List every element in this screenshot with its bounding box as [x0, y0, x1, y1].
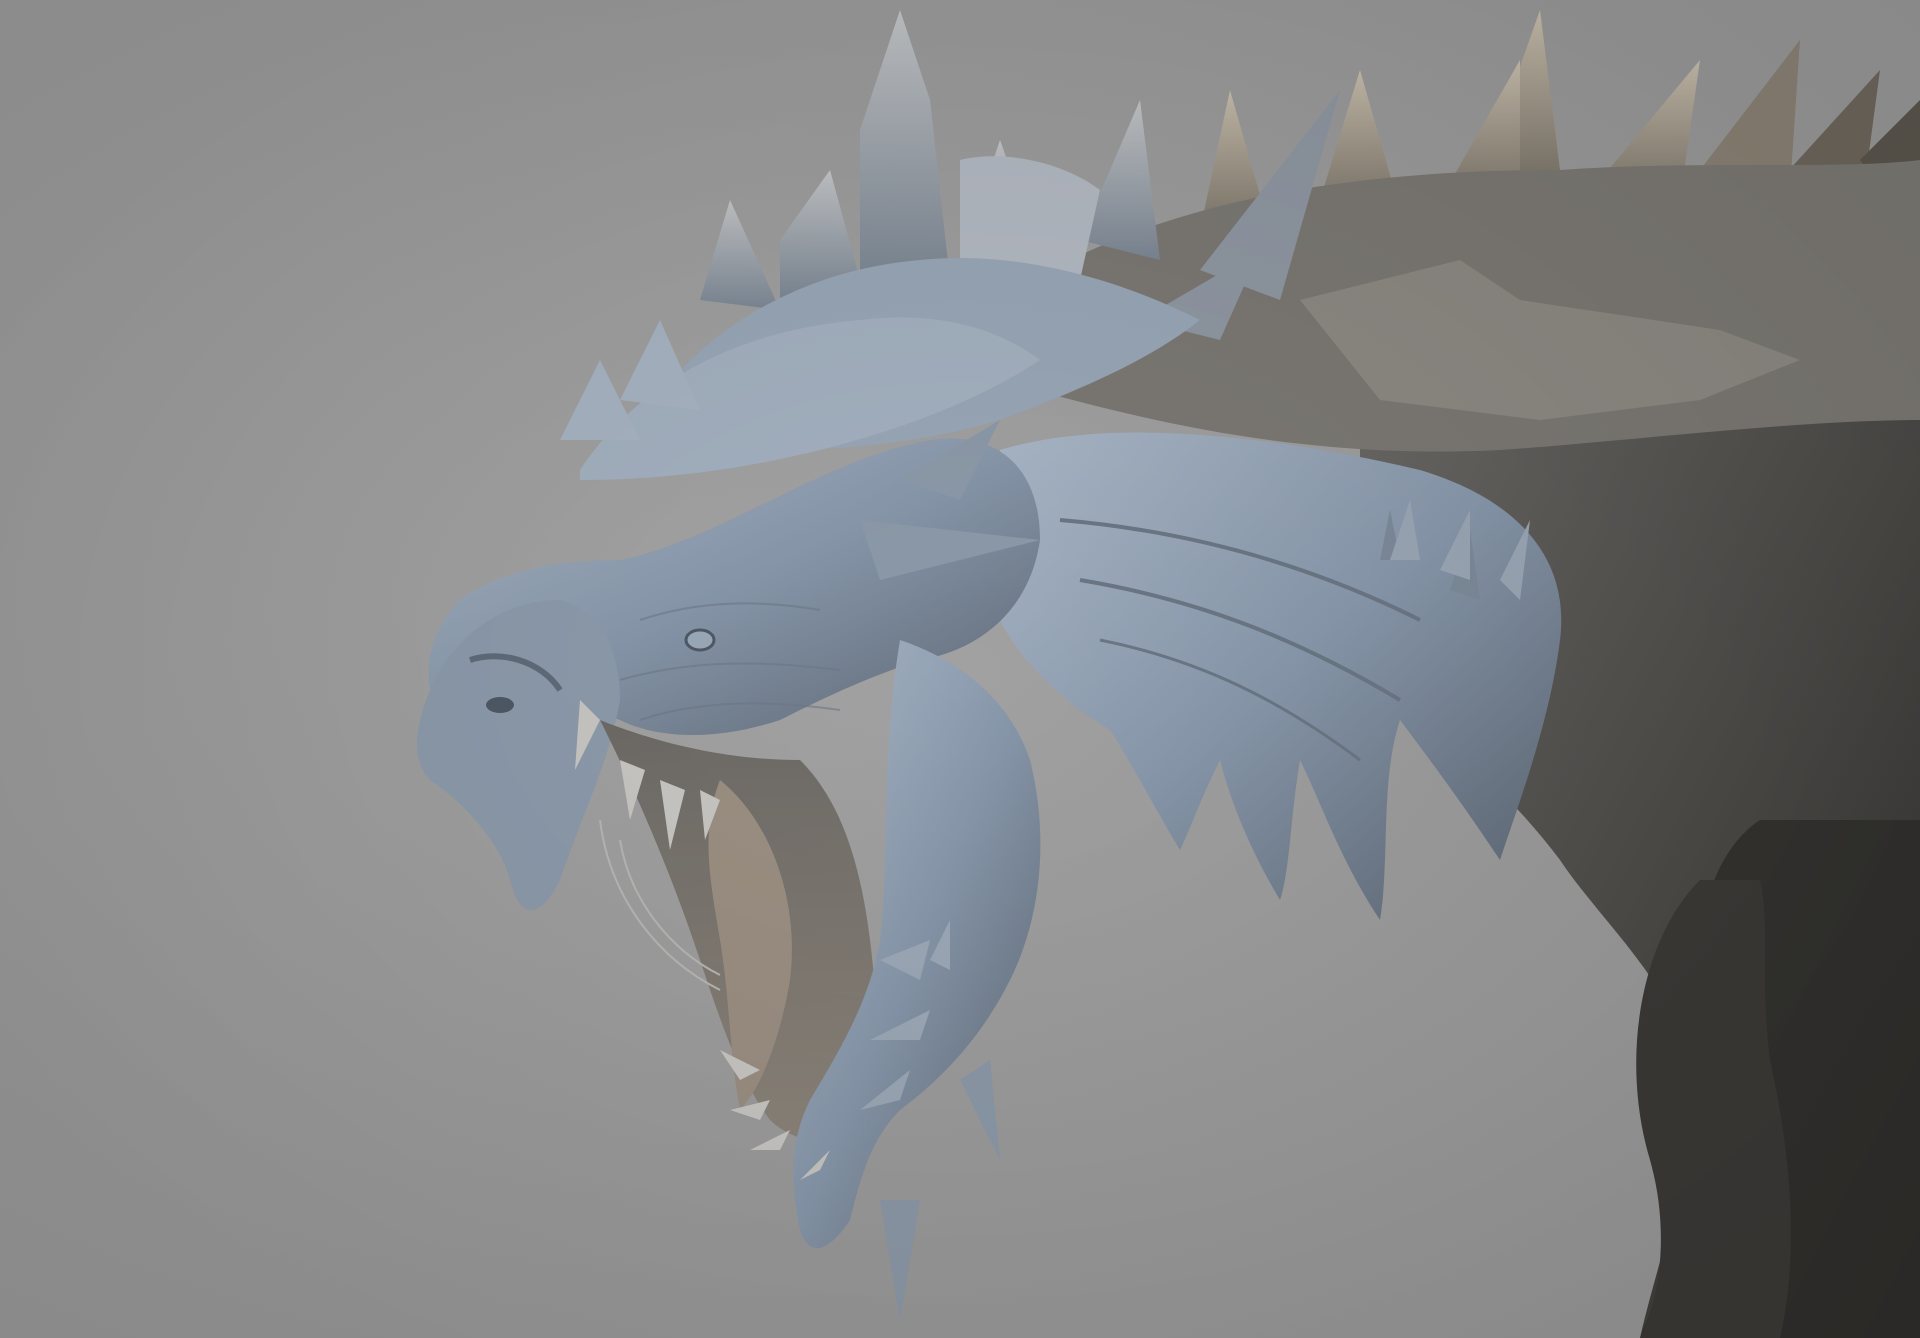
render-viewport [0, 0, 1920, 1338]
dragon-sculpt-image [0, 0, 1920, 1338]
